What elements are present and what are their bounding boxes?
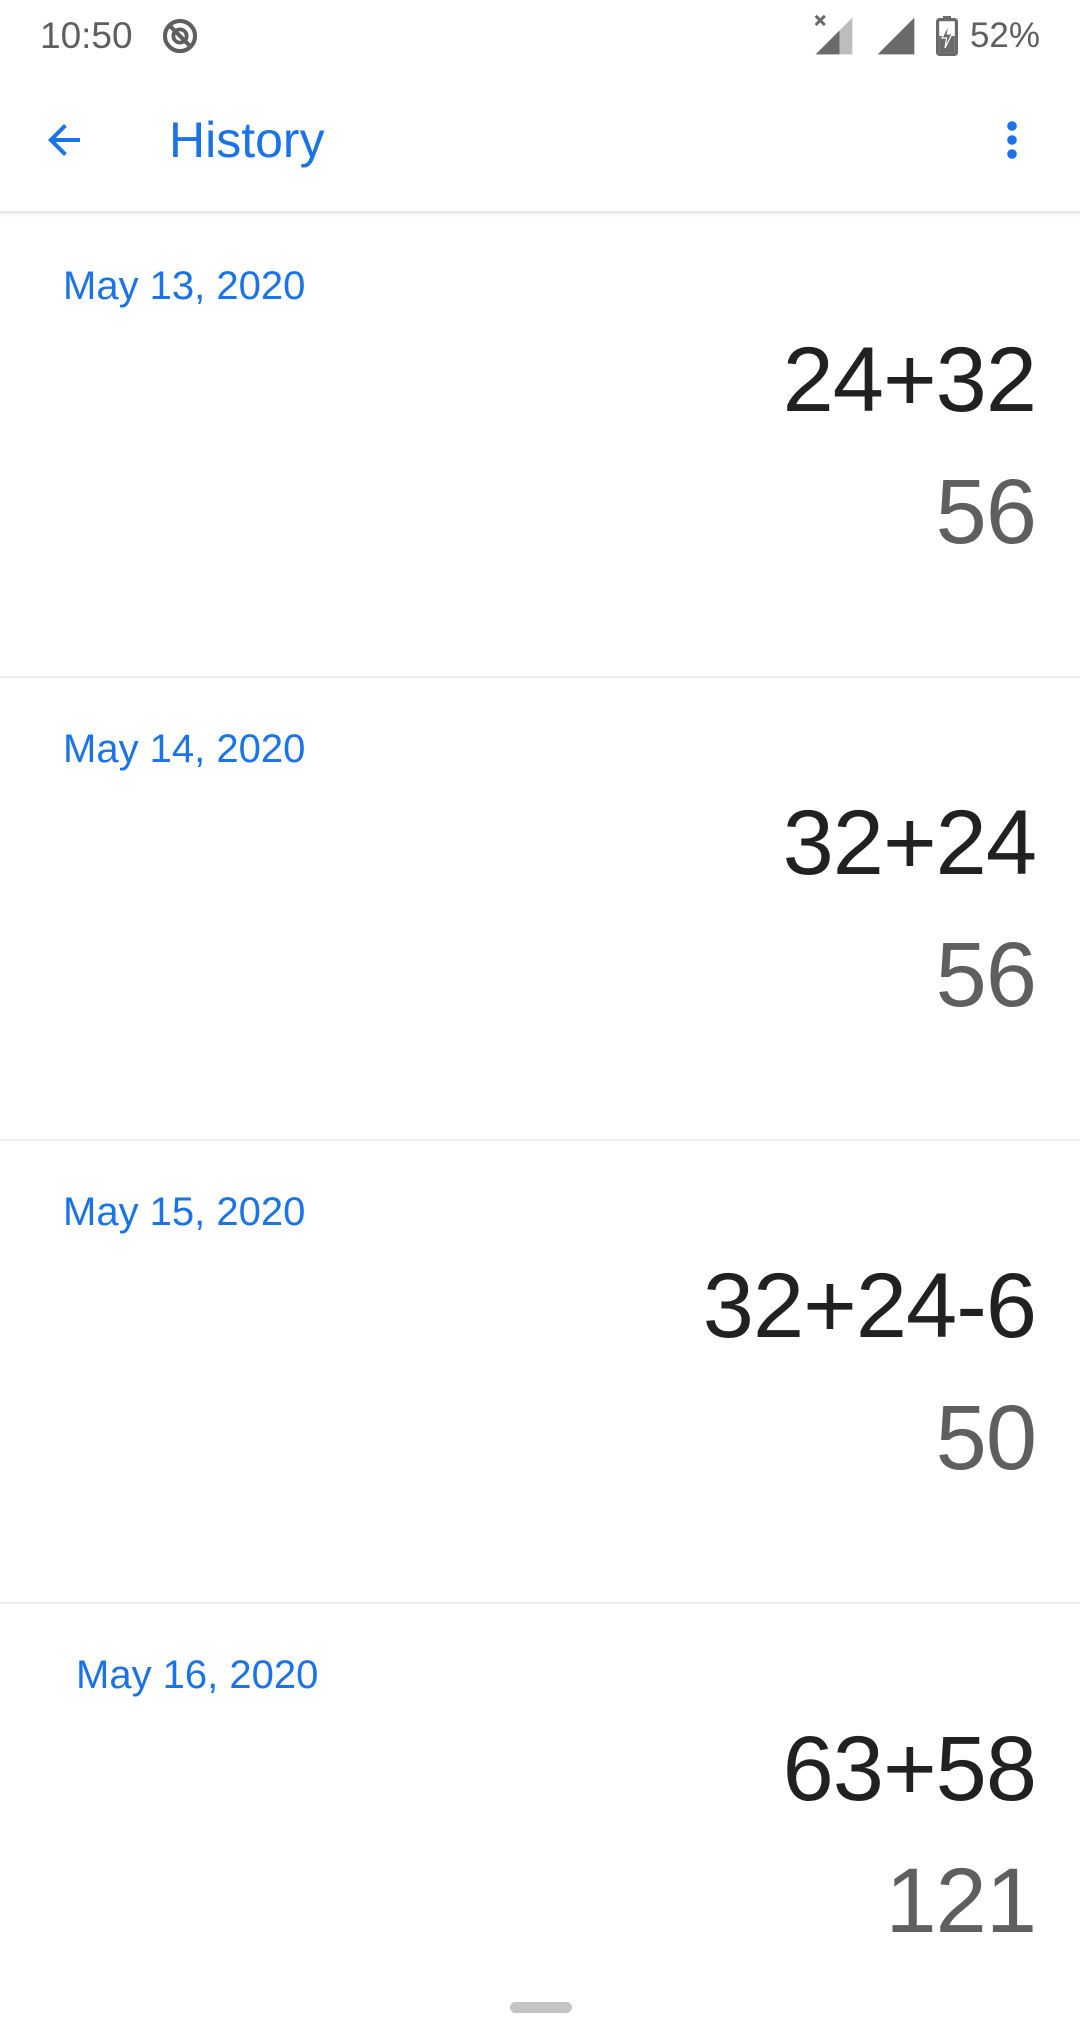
history-item[interactable]: May 15, 2020 32+24-6 50 <box>0 1141 1080 1604</box>
status-icons: 52% <box>812 12 1040 60</box>
history-expression[interactable]: 63+58 <box>783 1714 1037 1824</box>
do-not-disturb-icon <box>162 18 198 54</box>
history-result[interactable]: 121 <box>886 1846 1037 1956</box>
app-bar: History <box>0 72 1080 213</box>
history-date: May 15, 2020 <box>63 1190 306 1234</box>
more-vert-icon <box>1007 121 1017 159</box>
history-item[interactable]: May 13, 2020 24+32 56 <box>0 215 1080 678</box>
history-list: May 13, 2020 24+32 56 May 14, 2020 32+24… <box>0 215 1080 2035</box>
history-result[interactable]: 50 <box>936 1383 1037 1493</box>
history-expression[interactable]: 24+32 <box>783 325 1037 435</box>
signal-no-data-icon <box>814 14 853 55</box>
history-date: May 13, 2020 <box>63 264 306 308</box>
page-title: History <box>169 112 325 168</box>
more-options-button[interactable] <box>974 102 1050 178</box>
arrow-back-icon <box>48 124 80 156</box>
history-date: May 14, 2020 <box>63 727 306 771</box>
status-time: 10:50 <box>40 15 133 56</box>
history-result[interactable]: 56 <box>936 920 1037 1030</box>
battery-charging-icon <box>935 16 958 56</box>
calculator-history-screen: 10:50 52% History May 13, 2020 24+32 56 … <box>0 0 1080 2035</box>
back-button[interactable] <box>26 102 102 178</box>
history-item[interactable]: May 14, 2020 32+24 56 <box>0 678 1080 1141</box>
history-item[interactable]: May 16, 2020 63+58 121 <box>0 1604 1080 2035</box>
status-bar: 10:50 52% <box>0 0 1080 72</box>
battery-percent: 52% <box>969 16 1040 55</box>
signal-icon <box>877 17 915 55</box>
history-expression[interactable]: 32+24 <box>783 788 1037 898</box>
history-result[interactable]: 56 <box>936 457 1037 567</box>
history-date: May 16, 2020 <box>76 1653 319 1697</box>
history-expression[interactable]: 32+24-6 <box>703 1251 1037 1361</box>
gesture-nav-handle[interactable] <box>510 2002 572 2013</box>
